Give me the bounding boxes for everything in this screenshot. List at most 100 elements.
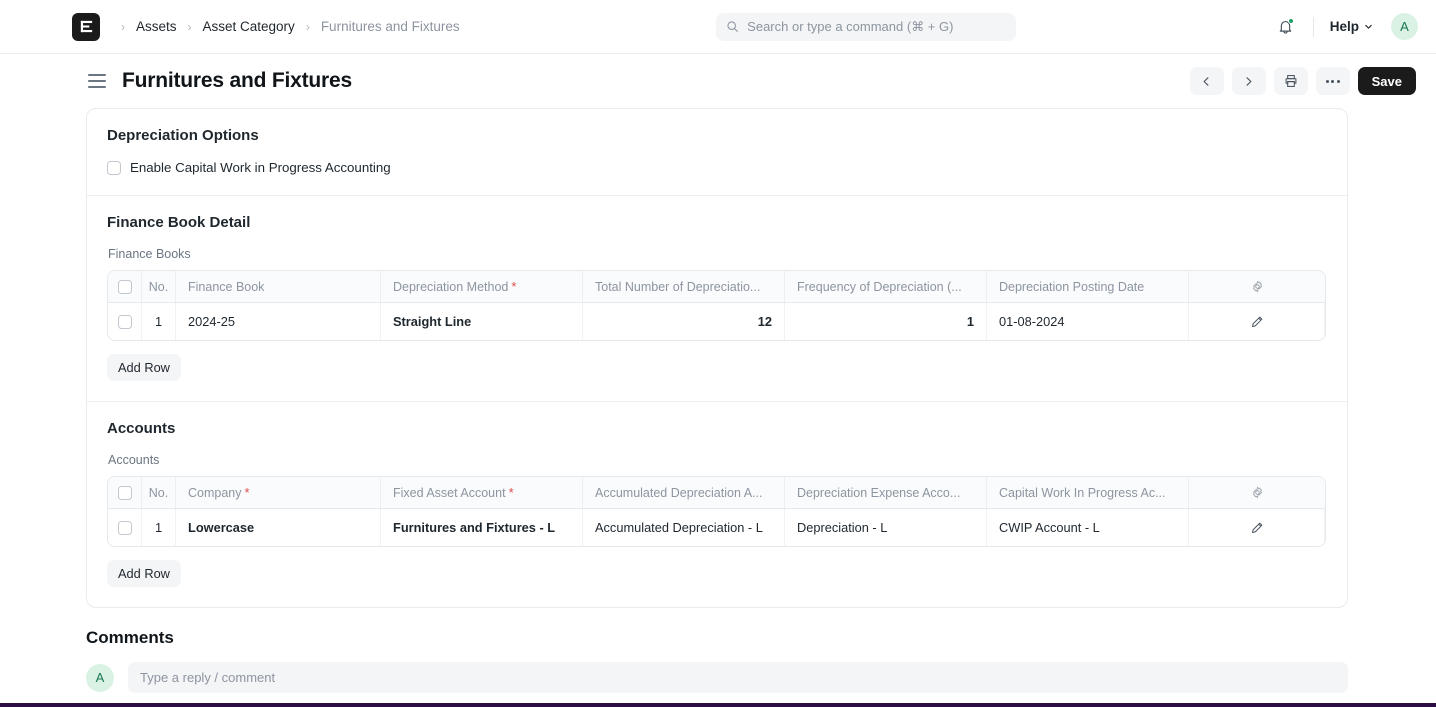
column-header-depreciation-posting-date: Depreciation Posting Date — [987, 271, 1189, 302]
page-title: Furnitures and Fixtures — [122, 69, 352, 92]
enable-cwip-accounting-checkbox-row[interactable]: Enable Capital Work in Progress Accounti… — [107, 160, 1327, 175]
search-placeholder: Search or type a command (⌘ + G) — [747, 18, 954, 34]
breadcrumb-separator: › — [121, 19, 125, 34]
table-row[interactable]: 1 Lowercase Furnitures and Fixtures - L … — [108, 509, 1325, 546]
select-all-rows-checkbox-cell[interactable] — [108, 271, 142, 302]
comment-compose-row: A — [86, 662, 1348, 693]
column-header-capital-work-in-progress-account: Capital Work In Progress Ac... — [987, 477, 1189, 508]
select-all-rows-checkbox[interactable] — [117, 485, 132, 500]
section-title-finance-book-detail: Finance Book Detail — [107, 214, 251, 231]
notification-badge-dot — [1287, 17, 1294, 24]
help-menu-button[interactable]: Help — [1326, 16, 1377, 37]
chevron-left-icon — [1203, 76, 1209, 86]
cell-frequency-of-depreciation[interactable]: 1 — [785, 303, 987, 340]
cell-total-number-of-depreciations[interactable]: 12 — [583, 303, 785, 340]
search-icon — [727, 21, 739, 32]
column-header-fixed-asset-account: Fixed Asset Account * — [381, 477, 583, 508]
cell-company[interactable]: Lowercase — [176, 509, 381, 546]
enable-cwip-accounting-checkbox[interactable] — [107, 160, 121, 175]
column-header-depreciation-method: Depreciation Method * — [381, 271, 583, 302]
column-header-company: Company * — [176, 477, 381, 508]
breadcrumb-item-asset-category[interactable]: Asset Category — [201, 17, 297, 36]
cell-accumulated-depreciation-account[interactable]: Accumulated Depreciation - L — [583, 509, 785, 546]
column-header-finance-book: Finance Book — [176, 271, 381, 302]
navbar-right: Help A — [1271, 12, 1418, 42]
row-select-checkbox[interactable] — [117, 520, 132, 535]
frappe-logo-icon[interactable] — [72, 12, 100, 41]
row-select-checkbox[interactable] — [117, 314, 132, 329]
select-all-rows-checkbox[interactable] — [117, 279, 132, 294]
select-all-rows-checkbox-cell[interactable] — [108, 477, 142, 508]
row-select-checkbox-cell[interactable] — [108, 509, 142, 546]
section-accounts: Accounts Accounts No. Company * Fixed Ass… — [87, 402, 1347, 607]
next-document-button[interactable] — [1231, 67, 1266, 95]
chevron-down-icon — [1365, 24, 1372, 29]
form-card-wrapper: Depreciation Options Enable Capital Work… — [0, 108, 1436, 608]
notifications-button[interactable] — [1271, 12, 1301, 42]
pencil-icon — [1251, 522, 1262, 533]
gear-icon — [1252, 486, 1262, 499]
top-navbar: › Assets › Asset Category › Furnitures a… — [0, 0, 1436, 54]
finance-books-table-label: Finance Books — [108, 247, 191, 261]
previous-document-button[interactable] — [1189, 67, 1224, 95]
window-bottom-edge — [0, 703, 1436, 707]
navbar-left: › Assets › Asset Category › Furnitures a… — [0, 12, 462, 41]
search-input[interactable]: Search or type a command (⌘ + G) — [716, 12, 1017, 41]
navbar-center: Search or type a command (⌘ + G) — [462, 12, 1271, 41]
cell-capital-work-in-progress-account[interactable]: CWIP Account - L — [987, 509, 1189, 546]
pencil-icon — [1251, 316, 1262, 327]
comments-section: Comments A — [0, 608, 1436, 693]
section-title-depreciation-options: Depreciation Options — [107, 127, 259, 144]
column-header-frequency-of-depreciation: Frequency of Depreciation (... — [785, 271, 987, 302]
cell-fixed-asset-account[interactable]: Furnitures and Fixtures - L — [381, 509, 583, 546]
breadcrumb-item-assets[interactable]: Assets — [134, 17, 179, 36]
accounts-table-label: Accounts — [108, 453, 160, 467]
section-depreciation-options: Depreciation Options Enable Capital Work… — [87, 109, 1347, 196]
print-button[interactable] — [1273, 67, 1308, 95]
breadcrumb-item-current: Furnitures and Fixtures — [320, 19, 460, 34]
ellipsis-icon — [1325, 79, 1340, 83]
cell-depreciation-method[interactable]: Straight Line — [381, 303, 583, 340]
column-header-depreciation-expense-account: Depreciation Expense Acco... — [785, 477, 987, 508]
breadcrumb-separator: › — [187, 19, 192, 34]
cell-no: 1 — [142, 303, 176, 340]
avatar[interactable]: A — [1391, 13, 1418, 40]
column-header-no: No. — [142, 477, 176, 508]
row-select-checkbox-cell[interactable] — [108, 303, 142, 340]
page-actions: Save — [1189, 67, 1416, 95]
edit-row-button[interactable] — [1189, 509, 1325, 546]
chevron-right-icon — [1246, 76, 1252, 86]
finance-books-table-header: No. Finance Book Depreciation Method * To… — [108, 271, 1325, 303]
enable-cwip-accounting-label: Enable Capital Work in Progress Accounti… — [130, 160, 391, 175]
add-row-button-accounts[interactable]: Add Row — [107, 560, 181, 587]
cell-depreciation-expense-account[interactable]: Depreciation - L — [785, 509, 987, 546]
table-row[interactable]: 1 2024-25 Straight Line 12 1 01-08-2024 — [108, 303, 1325, 340]
form-card: Depreciation Options Enable Capital Work… — [86, 108, 1348, 608]
navbar-divider — [1312, 16, 1314, 37]
edit-row-button[interactable] — [1189, 303, 1325, 340]
section-title-accounts: Accounts — [107, 420, 176, 437]
add-row-button-finance-books[interactable]: Add Row — [107, 354, 181, 381]
accounts-table: No. Company * Fixed Asset Account * Accumu… — [107, 476, 1326, 547]
breadcrumb: › Assets › Asset Category › Furnitures a… — [112, 17, 462, 36]
avatar: A — [86, 663, 114, 692]
page-header: Furnitures and Fixtures Save — [0, 54, 1436, 108]
accounts-table-header: No. Company * Fixed Asset Account * Accumu… — [108, 477, 1325, 509]
save-button[interactable]: Save — [1357, 67, 1416, 95]
cell-finance-book[interactable]: 2024-25 — [176, 303, 381, 340]
help-label: Help — [1329, 19, 1359, 34]
more-actions-button[interactable] — [1315, 67, 1350, 95]
gear-icon — [1252, 280, 1262, 293]
column-header-total-number-of-depreciations: Total Number of Depreciatio... — [583, 271, 785, 302]
finance-books-table: No. Finance Book Depreciation Method * To… — [107, 270, 1326, 341]
column-header-accumulated-depreciation-account: Accumulated Depreciation A... — [583, 477, 785, 508]
printer-icon — [1285, 75, 1297, 87]
comment-input[interactable] — [128, 662, 1348, 693]
cell-depreciation-posting-date[interactable]: 01-08-2024 — [987, 303, 1189, 340]
table-settings-button[interactable] — [1189, 271, 1325, 302]
sidebar-toggle-icon[interactable] — [88, 74, 106, 88]
section-finance-book-detail: Finance Book Detail Finance Books No. Fi… — [87, 196, 1347, 402]
table-settings-button[interactable] — [1189, 477, 1325, 508]
column-header-no: No. — [142, 271, 176, 302]
breadcrumb-separator: › — [305, 19, 310, 34]
